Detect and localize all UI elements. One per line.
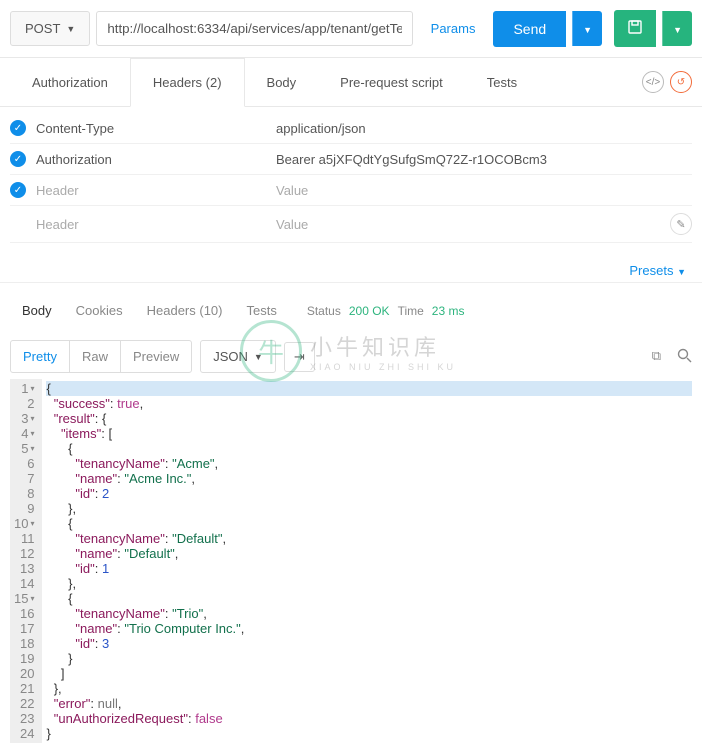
tab-tests[interactable]: Tests bbox=[465, 59, 539, 106]
response-tab-headers[interactable]: Headers (10) bbox=[135, 297, 235, 324]
time-value: 23 ms bbox=[432, 304, 465, 318]
request-tabs: Authorization Headers (2) Body Pre-reque… bbox=[0, 58, 702, 107]
chevron-down-icon: ▼ bbox=[66, 24, 75, 34]
save-dropdown[interactable]: ▼ bbox=[662, 11, 692, 46]
search-icon[interactable] bbox=[677, 348, 692, 366]
header-value[interactable]: application/json bbox=[276, 121, 692, 136]
send-dropdown[interactable]: ▼ bbox=[572, 11, 602, 46]
tab-headers[interactable]: Headers (2) bbox=[130, 58, 245, 107]
response-tabs: Body Cookies Headers (10) Tests Status 2… bbox=[0, 282, 702, 334]
header-key[interactable]: Header bbox=[36, 217, 276, 232]
view-bar: Pretty Raw Preview JSON ▼ ⇥ ⧉ bbox=[0, 334, 702, 379]
code-content[interactable]: { "success": true, "result": { "items": … bbox=[42, 379, 692, 743]
header-value[interactable]: Value bbox=[276, 183, 692, 198]
view-raw[interactable]: Raw bbox=[70, 341, 121, 372]
tab-prerequest[interactable]: Pre-request script bbox=[318, 59, 465, 106]
line-gutter: 1 ▾23 ▾4 ▾5 ▾678910 ▾1112131415 ▾1617181… bbox=[10, 379, 42, 743]
status-label: Status bbox=[307, 304, 341, 318]
save-button[interactable] bbox=[614, 10, 656, 47]
save-icon bbox=[627, 19, 643, 35]
send-button[interactable]: Send bbox=[493, 11, 566, 47]
reset-icon[interactable]: ↺ bbox=[670, 71, 692, 93]
check-icon[interactable]: ✓ bbox=[10, 151, 26, 167]
headers-list: ✓ Content-Typeapplication/json ✓ Authorizat… bbox=[0, 107, 702, 259]
wrap-toggle[interactable]: ⇥ bbox=[284, 342, 315, 372]
method-select[interactable]: POST ▼ bbox=[10, 11, 90, 46]
url-input[interactable] bbox=[96, 11, 412, 46]
check-icon[interactable]: ✓ bbox=[10, 182, 26, 198]
format-select[interactable]: JSON ▼ bbox=[200, 340, 276, 373]
time-label: Time bbox=[398, 304, 424, 318]
response-tab-body[interactable]: Body bbox=[10, 297, 64, 324]
header-row: ✓ Content-Typeapplication/json bbox=[10, 113, 692, 144]
method-label: POST bbox=[25, 21, 60, 36]
header-row: ✓ AuthorizationBearer a5jXFQdtYgSufgSmQ72… bbox=[10, 144, 692, 175]
tab-authorization[interactable]: Authorization bbox=[10, 59, 130, 106]
check-icon[interactable]: ✓ bbox=[10, 120, 26, 136]
header-key[interactable]: Authorization bbox=[36, 152, 276, 167]
header-key[interactable]: Content-Type bbox=[36, 121, 276, 136]
header-row: ✓ HeaderValue bbox=[10, 175, 692, 206]
chevron-down-icon: ▼ bbox=[677, 267, 686, 277]
response-body: 1 ▾23 ▾4 ▾5 ▾678910 ▾1112131415 ▾1617181… bbox=[10, 379, 692, 743]
chevron-down-icon: ▼ bbox=[673, 25, 682, 35]
chevron-down-icon: ▼ bbox=[583, 25, 592, 35]
request-bar: POST ▼ Params Send ▼ ▼ bbox=[0, 0, 702, 58]
status-value: 200 OK bbox=[349, 304, 390, 318]
params-link[interactable]: Params bbox=[419, 21, 488, 36]
copy-icon[interactable]: ⧉ bbox=[652, 348, 661, 366]
header-row: HeaderValue✎ bbox=[10, 206, 692, 243]
code-icon[interactable]: </> bbox=[642, 71, 664, 93]
response-tab-tests[interactable]: Tests bbox=[234, 297, 288, 324]
tab-body[interactable]: Body bbox=[245, 59, 319, 106]
header-key[interactable]: Header bbox=[36, 183, 276, 198]
header-value[interactable]: Bearer a5jXFQdtYgSufgSmQ72Z-r1OCOBcm3 bbox=[276, 152, 692, 167]
edit-icon[interactable]: ✎ bbox=[670, 213, 692, 235]
chevron-down-icon: ▼ bbox=[254, 352, 263, 362]
response-tab-cookies[interactable]: Cookies bbox=[64, 297, 135, 324]
presets-link[interactable]: Presets ▼ bbox=[629, 263, 686, 278]
view-pretty[interactable]: Pretty bbox=[11, 341, 70, 372]
header-value[interactable]: Value bbox=[276, 217, 670, 232]
view-preview[interactable]: Preview bbox=[121, 341, 191, 372]
